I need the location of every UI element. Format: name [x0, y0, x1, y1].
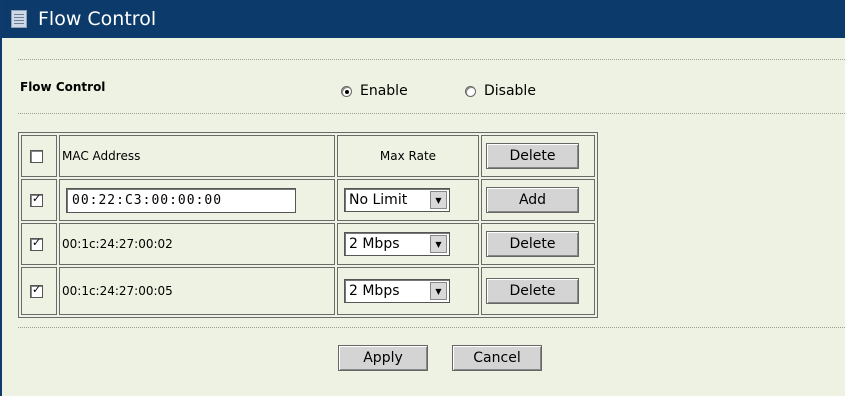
- disable-label: Disable: [484, 83, 536, 99]
- row3-delete-button[interactable]: Delete: [486, 278, 579, 304]
- row3-action-cell: Delete: [481, 267, 595, 315]
- row3-rate-select[interactable]: 2 Mbps ▼: [344, 279, 450, 303]
- row2-mac: 00:1c:24:27:00:02: [62, 237, 173, 251]
- flow-control-table: MAC Address Max Rate Delete 00:22:C3:00:…: [18, 132, 598, 318]
- row3-check-cell: [21, 267, 57, 315]
- apply-button[interactable]: Apply: [338, 345, 428, 371]
- row2-rate-select[interactable]: 2 Mbps ▼: [344, 232, 450, 256]
- row2-action-cell: Delete: [481, 223, 595, 265]
- row2-rate-cell: 2 Mbps ▼: [337, 223, 479, 265]
- select-all-checkbox[interactable]: [30, 149, 43, 163]
- row1-checkbox[interactable]: [30, 192, 43, 207]
- row2-checkbox[interactable]: [30, 236, 43, 251]
- mac-header-cell: MAC Address: [59, 135, 335, 177]
- enable-label: Enable: [360, 83, 408, 99]
- rate-header: Max Rate: [379, 149, 437, 163]
- divider-middle: [18, 113, 845, 114]
- divider-top: [18, 59, 845, 60]
- row2-mac-cell: 00:1c:24:27:00:02: [59, 223, 335, 265]
- row1-rate-select[interactable]: No Limit ▼: [344, 188, 450, 212]
- row1-action-cell: Add: [481, 179, 595, 221]
- row3-mac-cell: 00:1c:24:27:00:05: [59, 267, 335, 315]
- disable-radio-option[interactable]: Disable: [465, 83, 536, 99]
- left-border: [0, 0, 2, 396]
- disable-radio[interactable]: [465, 85, 476, 97]
- dropdown-arrow-icon[interactable]: ▼: [430, 235, 447, 253]
- dropdown-arrow-icon[interactable]: ▼: [430, 282, 447, 300]
- page-title: Flow Control: [38, 8, 157, 30]
- row2-rate-value: 2 Mbps: [349, 236, 400, 252]
- row1-rate-value: No Limit: [349, 192, 408, 208]
- row1-mac-cell: 00:22:C3:00:00:00: [59, 179, 335, 221]
- mac-header: MAC Address: [62, 149, 141, 163]
- mac-address-input[interactable]: 00:22:C3:00:00:00: [66, 187, 296, 213]
- flow-control-label: Flow Control: [20, 80, 106, 94]
- header-check-cell: [21, 135, 57, 177]
- enable-radio-option[interactable]: Enable: [341, 83, 408, 99]
- add-button[interactable]: Add: [486, 187, 579, 213]
- list-icon: [11, 10, 27, 28]
- cancel-button[interactable]: Cancel: [452, 345, 542, 371]
- header-action-cell: Delete: [481, 135, 595, 177]
- enable-radio[interactable]: [341, 85, 352, 97]
- row3-checkbox[interactable]: [30, 283, 43, 298]
- rate-header-cell: Max Rate: [337, 135, 479, 177]
- delete-selected-button[interactable]: Delete: [486, 143, 579, 169]
- divider-bottom: [18, 327, 845, 328]
- row2-check-cell: [21, 223, 57, 265]
- row3-rate-cell: 2 Mbps ▼: [337, 267, 479, 315]
- row3-mac: 00:1c:24:27:00:05: [62, 284, 173, 298]
- row3-rate-value: 2 Mbps: [349, 283, 400, 299]
- dropdown-arrow-icon[interactable]: ▼: [430, 191, 447, 209]
- title-bar: Flow Control: [2, 0, 845, 38]
- row2-delete-button[interactable]: Delete: [486, 231, 579, 257]
- row1-check-cell: [21, 179, 57, 221]
- row1-rate-cell: No Limit ▼: [337, 179, 479, 221]
